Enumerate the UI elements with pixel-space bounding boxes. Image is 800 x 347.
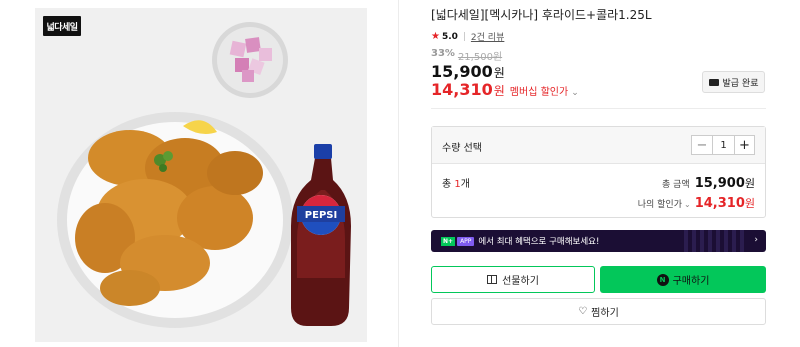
- chevron-right-icon: ›: [754, 235, 758, 245]
- promo-decoration: [684, 230, 744, 252]
- coupon-issued-button[interactable]: 발급 완료: [702, 71, 765, 93]
- total-count-suffix: 개: [460, 179, 470, 190]
- total-count-prefix: 총: [442, 179, 455, 190]
- section-divider: [431, 108, 766, 109]
- rating-row: ★ 5.0 2건 리뷰: [431, 30, 504, 43]
- coupon-button-label: 발급 완료: [722, 78, 759, 89]
- promo-text: 에서 최대 혜택으로 구매해보세요!: [478, 237, 600, 247]
- buy-button-label: 구매하기: [672, 276, 710, 287]
- star-icon: ★: [431, 31, 440, 42]
- plus-icon[interactable]: +: [734, 136, 754, 154]
- total-amount: 총 금액 15,900 원: [662, 175, 755, 191]
- total-count: 총 1개: [442, 175, 470, 190]
- gift-button[interactable]: 선물하기: [431, 266, 595, 293]
- total-amount-label: 총 금액: [662, 180, 690, 190]
- bottle-label: PEPSI: [305, 210, 337, 221]
- gift-button-label: 선물하기: [502, 276, 539, 287]
- member-price-label: 멤버십 할인가: [509, 87, 569, 98]
- product-photo: PEPSI: [35, 8, 367, 342]
- chevron-down-icon[interactable]: ⌄: [571, 88, 579, 98]
- wishlist-button[interactable]: ♡ 찜하기: [431, 298, 766, 325]
- rating-score: 5.0: [441, 31, 458, 42]
- column-divider: [398, 0, 399, 347]
- member-price: 14,310: [431, 80, 493, 99]
- naver-plus-tag: N+: [441, 236, 456, 246]
- heart-icon: ♡: [578, 306, 588, 317]
- my-discount-currency-unit: 원: [744, 197, 755, 210]
- minus-icon[interactable]: −: [692, 136, 712, 154]
- review-count-link[interactable]: 2건 리뷰: [471, 30, 504, 43]
- quantity-label: 수량 선택: [442, 143, 482, 154]
- sale-price-line: 15,900 원: [431, 62, 505, 81]
- quantity-stepper[interactable]: − 1 +: [691, 135, 755, 155]
- my-discount-row[interactable]: 나의 할인가 ⌄ 14,310 원: [638, 195, 755, 211]
- product-image: PEPSI 넓다세일: [35, 8, 367, 342]
- wishlist-button-label: 찜하기: [591, 308, 619, 319]
- member-currency-unit: 원: [493, 84, 505, 98]
- coupon-icon: [708, 78, 719, 86]
- buy-button[interactable]: N 구매하기: [600, 266, 766, 293]
- currency-unit: 원: [493, 66, 505, 80]
- my-discount-price: 14,310: [694, 196, 745, 211]
- total-amount-value: 15,900: [694, 176, 745, 191]
- total-row: 총 1개 총 금액 15,900 원: [442, 175, 755, 191]
- product-title: [넓다세일][멕시카나] 후라이드+콜라1.25L: [431, 8, 652, 22]
- gift-icon: [487, 275, 498, 284]
- quantity-row: 수량 선택 − 1 +: [432, 127, 765, 164]
- my-discount-label: 나의 할인가: [637, 200, 682, 210]
- app-promo-banner[interactable]: N+ APP 에서 최대 혜택으로 구매해보세요! ›: [431, 230, 766, 252]
- sale-price: 15,900: [431, 62, 493, 81]
- member-price-line[interactable]: 14,310 원 멤버십 할인가 ⌄: [431, 80, 579, 99]
- quantity-value[interactable]: 1: [712, 136, 734, 154]
- discount-rate: 33%: [431, 48, 455, 59]
- sale-badge: 넓다세일: [43, 16, 81, 36]
- naver-n-icon: N: [656, 273, 669, 286]
- original-price: 21,500원: [457, 52, 503, 63]
- rating-divider: [463, 32, 465, 41]
- discount-line: 33% 21,500원: [431, 48, 502, 63]
- app-tag: APP: [457, 236, 475, 246]
- order-box: 수량 선택 − 1 + 총 1개 총 금액 15,900 원 나의 할인가 ⌄ …: [431, 126, 766, 218]
- chevron-down-icon[interactable]: ⌄: [684, 200, 691, 209]
- total-currency-unit: 원: [744, 177, 755, 190]
